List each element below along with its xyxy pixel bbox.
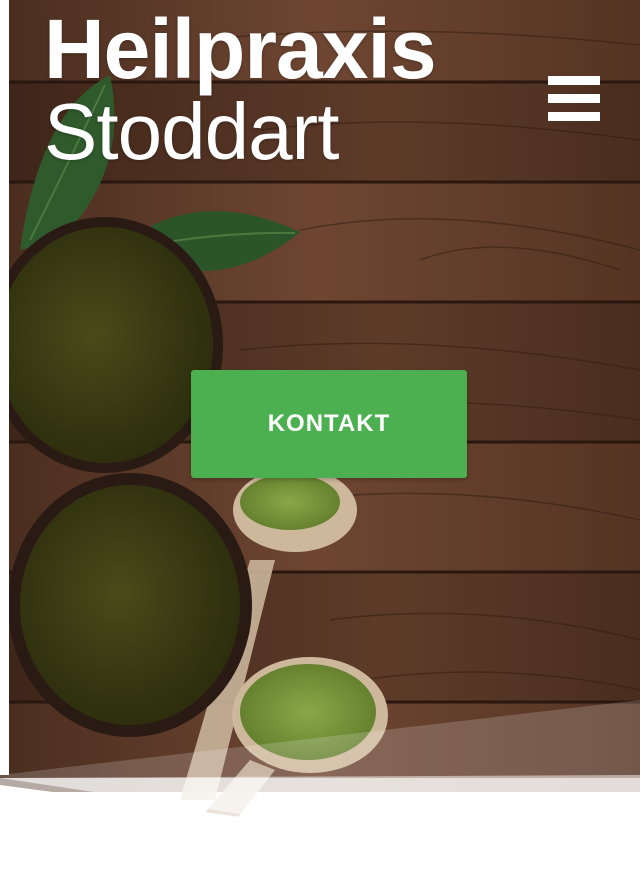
site-logo[interactable]: Heilpraxis Stoddart (44, 2, 437, 176)
logo-line-1: Heilpraxis (44, 2, 437, 96)
kontakt-button[interactable]: KONTAKT (191, 370, 467, 478)
menu-bar-3 (548, 112, 600, 121)
logo-line-2: Stoddart (44, 87, 339, 176)
hero-section: Heilpraxis Stoddart KONTAKT (0, 0, 640, 870)
left-edge-strip (0, 0, 9, 775)
hamburger-menu-icon[interactable] (546, 76, 602, 124)
menu-bar-2 (548, 94, 600, 103)
menu-bar-1 (548, 76, 600, 85)
